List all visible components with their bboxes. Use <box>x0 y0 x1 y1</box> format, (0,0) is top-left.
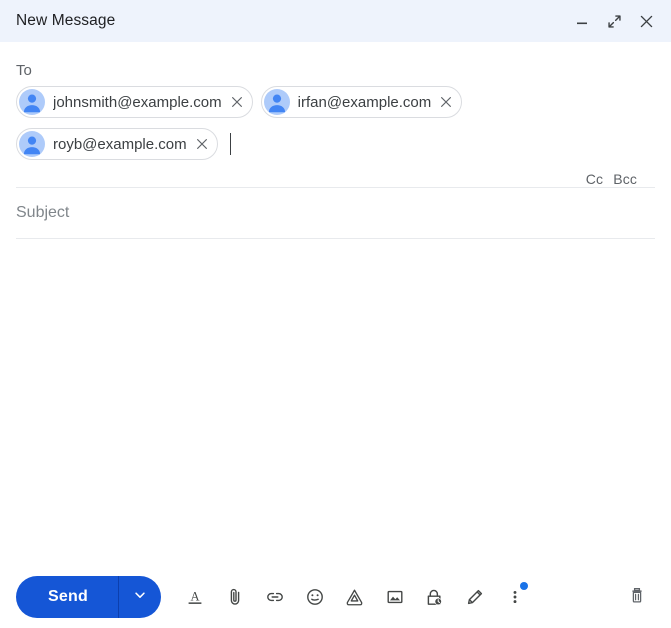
send-button-group[interactable]: Send <box>16 576 161 618</box>
attach-files-button[interactable] <box>215 577 255 617</box>
google-drive-icon <box>344 587 365 608</box>
insert-drive-file-button[interactable] <box>335 577 375 617</box>
message-body-input[interactable] <box>0 239 671 566</box>
recipients-area: To johnsmith@example.com irfan@example.c… <box>0 42 671 187</box>
emoji-icon <box>305 587 325 607</box>
subject-input[interactable] <box>16 204 655 222</box>
confidential-mode-button[interactable] <box>415 577 455 617</box>
send-button[interactable]: Send <box>16 576 119 618</box>
more-options-button[interactable] <box>495 577 535 617</box>
lock-clock-icon <box>424 587 445 608</box>
subject-row <box>0 188 671 238</box>
minimize-button[interactable] <box>569 8 595 34</box>
compose-toolbar: Send A <box>0 566 671 628</box>
toolbar-icons: A <box>175 577 617 617</box>
svg-text:A: A <box>190 590 199 604</box>
to-label: To <box>16 62 32 79</box>
send-options-button[interactable] <box>119 576 161 618</box>
chevron-down-icon <box>133 588 147 607</box>
expand-button[interactable] <box>601 8 627 34</box>
compose-window: New Message To johnsmith@example.com irf… <box>0 0 671 628</box>
cc-bcc-row: Cc Bcc <box>16 165 655 187</box>
recipient-chip[interactable]: irfan@example.com <box>260 86 463 118</box>
discard-draft-button[interactable] <box>617 577 657 617</box>
recipient-chip[interactable]: johnsmith@example.com <box>16 86 253 118</box>
to-field-row[interactable]: To johnsmith@example.com irfan@example.c… <box>16 49 655 165</box>
link-icon <box>265 587 285 607</box>
person-avatar-icon <box>19 131 45 157</box>
expand-icon <box>607 14 622 29</box>
pen-icon <box>465 587 485 607</box>
image-icon <box>385 587 405 607</box>
compose-header: New Message <box>0 0 671 42</box>
recipient-input-caret[interactable] <box>229 133 231 155</box>
formatting-options-button[interactable]: A <box>175 577 215 617</box>
insert-signature-button[interactable] <box>455 577 495 617</box>
insert-emoji-button[interactable] <box>295 577 335 617</box>
close-icon <box>639 14 654 29</box>
remove-recipient-button[interactable] <box>228 93 246 111</box>
window-controls <box>569 8 659 34</box>
minimize-icon <box>575 14 589 28</box>
three-dots-vertical-icon <box>505 587 525 607</box>
person-avatar-icon <box>263 89 290 115</box>
recipient-chip[interactable]: royb@example.com <box>16 128 218 160</box>
page-title: New Message <box>16 12 116 29</box>
trash-icon <box>627 585 647 610</box>
recipient-email: irfan@example.com <box>297 93 432 111</box>
format-text-icon: A <box>185 587 205 607</box>
recipient-chips: johnsmith@example.com irfan@example.com … <box>16 81 655 165</box>
bcc-link[interactable]: Bcc <box>613 171 637 187</box>
recipient-email: royb@example.com <box>53 135 187 153</box>
person-avatar-icon <box>19 89 45 115</box>
insert-link-button[interactable] <box>255 577 295 617</box>
remove-recipient-button[interactable] <box>437 93 455 111</box>
close-button[interactable] <box>633 8 659 34</box>
remove-recipient-button[interactable] <box>193 135 211 153</box>
cc-link[interactable]: Cc <box>586 171 603 187</box>
more-options-badge <box>519 582 528 590</box>
insert-photo-button[interactable] <box>375 577 415 617</box>
recipient-email: johnsmith@example.com <box>53 93 222 111</box>
paperclip-icon <box>225 587 245 607</box>
